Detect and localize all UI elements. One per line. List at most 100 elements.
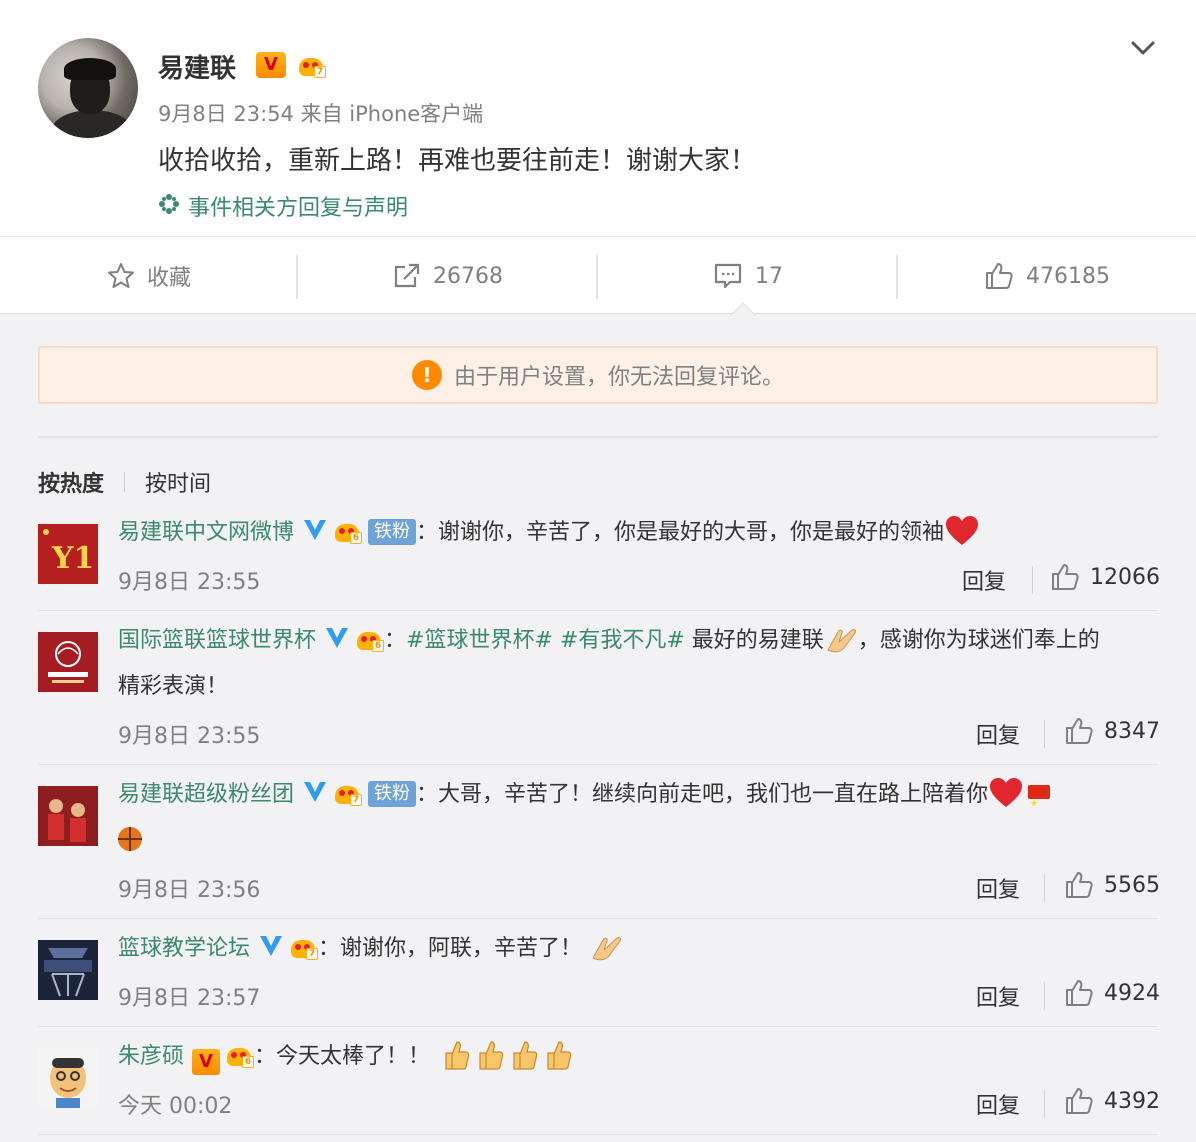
crown-level: 7 [350, 794, 363, 806]
reply-button[interactable]: 回复 [976, 718, 1020, 750]
divider [38, 1026, 1158, 1027]
commenter-avatar[interactable]: Y1 [38, 524, 98, 584]
reply-button[interactable]: 回复 [976, 980, 1020, 1012]
weibo-post: 易建联 V 7 9月8日 23:54 来自 iPhone客户端 收拾收拾，重新上… [0, 0, 1196, 236]
sort-by-hot[interactable]: 按热度 [38, 466, 104, 498]
comment-item: 朱彦硕 V 6 ：今天太棒了！！ 今天 00:02 回复 4392 [0, 1034, 1196, 1138]
verified-orange-badge-icon: V [192, 1049, 221, 1075]
action-separator [1044, 982, 1045, 1010]
hashtag-link[interactable]: #有我不凡# [560, 628, 685, 653]
commenter-name[interactable]: 易建联中文网微博 [118, 520, 294, 545]
author-avatar[interactable] [38, 38, 138, 138]
commenter-name[interactable]: 篮球教学论坛 [118, 936, 250, 961]
comment-count: 17 [755, 263, 783, 289]
member-crown-icon: 6 [354, 626, 385, 652]
reply-button[interactable]: 回复 [962, 564, 1006, 596]
member-crown-icon: 7 [332, 780, 363, 806]
comment-colon: ： [384, 628, 407, 653]
topic-link[interactable]: 事件相关方回复与声明 [158, 190, 408, 222]
crown-level: 6 [350, 532, 363, 544]
comment-like-count: 5565 [1104, 872, 1160, 898]
comment-like-button[interactable]: 8347 [1064, 716, 1160, 746]
commenter-avatar[interactable] [38, 940, 98, 1000]
topic-flower-icon [158, 193, 182, 221]
commenter-avatar[interactable] [38, 632, 98, 692]
hashtag-link[interactable]: #篮球世界杯# [406, 628, 553, 653]
iron-fan-badge: 铁粉 [368, 519, 417, 545]
comment-text: 大哥，辛苦了！继续向前走吧，我们也一直在路上陪着你 [438, 782, 989, 807]
comment-like-button[interactable]: 4924 [1064, 978, 1160, 1008]
comment-like-button[interactable]: 12066 [1050, 562, 1160, 592]
red-heart-icon [946, 516, 979, 545]
thumbs-up-emoji-icon [513, 1041, 538, 1070]
post-meta: 9月8日 23:54 来自 iPhone客户端 [158, 98, 483, 128]
comment-time: 今天 00:02 [118, 1094, 233, 1119]
commenter-name[interactable]: 国际篮联篮球世界杯 [118, 628, 316, 653]
comment-item: 易建联超级粉丝团 7 铁粉：大哥，辛苦了！继续向前走吧，我们也一直在路上陪着你 9月… [0, 772, 1196, 922]
divider [38, 436, 1158, 438]
divider [38, 918, 1158, 919]
chevron-down-icon[interactable] [1130, 38, 1156, 58]
action-separator [1044, 1090, 1045, 1118]
sort-separator [124, 472, 126, 492]
comment-item: Y1 易建联中文网微博 6 铁粉 ：谢谢你，辛苦了，你是最好的大哥，你是最好的领袖 9… [0, 510, 1196, 616]
comment-text-line2: 精彩表演！ [118, 674, 229, 699]
comment-colon: ： [416, 782, 439, 807]
notice-text: 由于用户设置，你无法回复评论。 [453, 365, 784, 390]
thumbs-up-emoji-icon [479, 1041, 504, 1070]
post-time[interactable]: 9月8日 23:54 [158, 102, 294, 126]
comment-time: 9月8日 23:57 [118, 986, 261, 1011]
comment-text: 今天太棒了！！ [276, 1044, 431, 1069]
iron-fan-badge: 铁粉 [368, 781, 417, 807]
commenter-name[interactable]: 朱彦硕 [118, 1044, 184, 1069]
divider [38, 610, 1158, 611]
thumbs-up-icon [1066, 872, 1093, 898]
avatar-cap [64, 58, 116, 80]
crown-level: 7 [306, 948, 319, 960]
comment-like-button[interactable]: 4392 [1064, 1086, 1160, 1116]
member-crown-icon[interactable]: 7 [296, 52, 326, 78]
reply-button[interactable]: 回复 [976, 1088, 1020, 1120]
pray-hands-icon [592, 936, 622, 961]
commenter-avatar[interactable] [38, 786, 98, 846]
warning-icon: ! [411, 360, 442, 390]
thumbs-up-icon [1066, 980, 1093, 1006]
favorite-button[interactable]: 收藏 [0, 237, 298, 315]
thumbs-up-emoji-icon [547, 1041, 572, 1070]
svg-text:Y1: Y1 [51, 541, 94, 576]
commenter-name[interactable]: 易建联超级粉丝团 [118, 782, 294, 807]
thumbs-up-icon [1066, 1088, 1093, 1114]
action-bar: 收藏 26768 17 476185 [0, 236, 1196, 314]
verified-blue-badge-icon [260, 936, 283, 956]
member-crown-icon: 6 [332, 518, 363, 544]
action-separator [1044, 720, 1045, 748]
comment-time: 9月8日 23:56 [118, 878, 261, 903]
verified-blue-badge-icon [304, 520, 327, 540]
crown-level: 6 [242, 1056, 255, 1068]
verified-orange-badge-icon[interactable]: V [256, 52, 286, 78]
comment-item: 国际篮联篮球世界杯 6 ：#篮球世界杯# #有我不凡# 最好的易建联 ，感谢你为球迷们… [0, 618, 1196, 768]
action-separator [1044, 874, 1045, 902]
star-icon [107, 263, 134, 288]
comment-text: ，感谢你为球迷们奉上的 [857, 628, 1100, 653]
thumbs-up-icon [986, 263, 1013, 289]
crown-level: 6 [372, 640, 385, 652]
commenter-avatar[interactable] [38, 1048, 98, 1108]
author-name[interactable]: 易建联 [158, 48, 236, 85]
comment-like-count: 8347 [1104, 718, 1160, 744]
comment-button[interactable]: 17 [598, 237, 898, 315]
verified-blue-badge-icon [326, 628, 349, 648]
reply-button[interactable]: 回复 [976, 872, 1020, 904]
comment-like-count: 4924 [1104, 980, 1160, 1006]
comment-time: 9月8日 23:55 [118, 724, 261, 749]
sort-by-time[interactable]: 按时间 [145, 466, 211, 498]
like-button[interactable]: 476185 [898, 237, 1196, 315]
divider [38, 1134, 1158, 1135]
comment-like-button[interactable]: 5565 [1064, 870, 1160, 900]
member-crown-icon: 6 [224, 1042, 255, 1068]
red-heart-icon [990, 778, 1023, 807]
comment-time: 9月8日 23:55 [118, 570, 261, 595]
comment-text: 谢谢你，辛苦了，你是最好的大哥，你是最好的领袖 [438, 520, 945, 545]
repost-button[interactable]: 26768 [298, 237, 598, 315]
comment-text: 最好的易建联 [691, 628, 824, 653]
